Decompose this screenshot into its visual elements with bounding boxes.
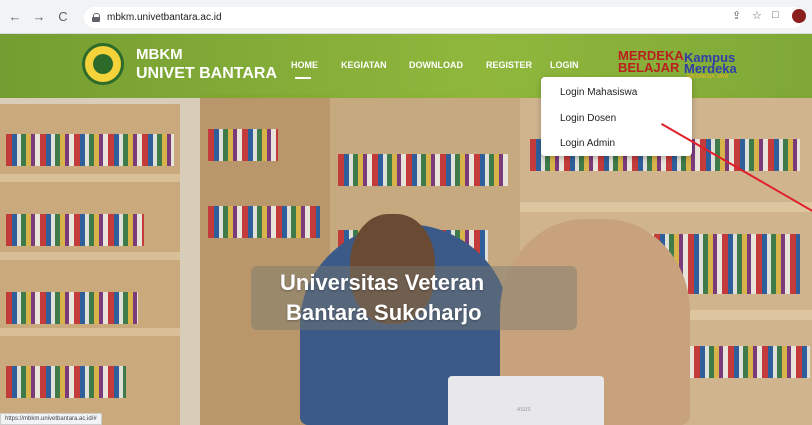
tab-panel-icon[interactable]: □ <box>772 9 779 21</box>
kampus-merdeka-logo: Kampus Merdeka <box>684 51 737 76</box>
nav-login[interactable]: LOGIN <box>550 60 579 70</box>
univet-logo-icon[interactable] <box>82 43 124 85</box>
merdeka-belajar-logo: MERDEKA BELAJAR <box>618 49 684 75</box>
menu-item-login-mahasiswa[interactable]: Login Mahasiswa <box>560 87 637 98</box>
login-dropdown-menu: Login Mahasiswa Login Dosen Login Admin <box>541 77 692 156</box>
hero-title-line2: Bantara Sukoharjo <box>286 300 482 325</box>
brand-line2[interactable]: UNIVET BANTARA <box>136 65 277 83</box>
share-icon[interactable]: ⇪ <box>732 9 741 22</box>
back-icon[interactable]: ← <box>6 8 24 26</box>
nav-home[interactable]: HOME <box>291 60 318 79</box>
address-bar[interactable]: mbkm.univetbantara.ac.id <box>84 7 804 28</box>
lock-icon[interactable] <box>92 13 101 22</box>
profile-avatar[interactable] <box>792 9 806 23</box>
kampus-line2: Merdeka <box>684 61 737 76</box>
web-page: ASUS Universitas Veteran Bantara Sukohar… <box>0 34 812 425</box>
laptop <box>448 376 604 425</box>
laptop-brand: ASUS <box>517 407 531 413</box>
menu-item-login-admin[interactable]: Login Admin <box>560 138 615 149</box>
browser-toolbar: ← → C mbkm.univetbantara.ac.id ⇪ ☆ □ <box>0 0 812 34</box>
menu-item-login-dosen[interactable]: Login Dosen <box>560 113 616 124</box>
nav-kegiatan[interactable]: KEGIATAN <box>341 60 387 70</box>
brand-line1[interactable]: MBKM <box>136 46 183 63</box>
forward-icon[interactable]: → <box>30 8 48 26</box>
reload-icon[interactable]: C <box>54 8 72 26</box>
nav-register[interactable]: REGISTER <box>486 60 532 70</box>
status-bar-url: https://mbkm.univetbantara.ac.id/# <box>0 413 102 425</box>
bookmark-star-icon[interactable]: ☆ <box>752 9 762 22</box>
nav-download[interactable]: DOWNLOAD <box>409 60 463 70</box>
url-text: mbkm.univetbantara.ac.id <box>107 12 222 23</box>
merdeka-line2: BELAJAR <box>618 60 680 75</box>
hero-title-line1: Universitas Veteran <box>280 270 485 295</box>
kampus-tagline: INDONESIA JAYA <box>687 74 729 80</box>
